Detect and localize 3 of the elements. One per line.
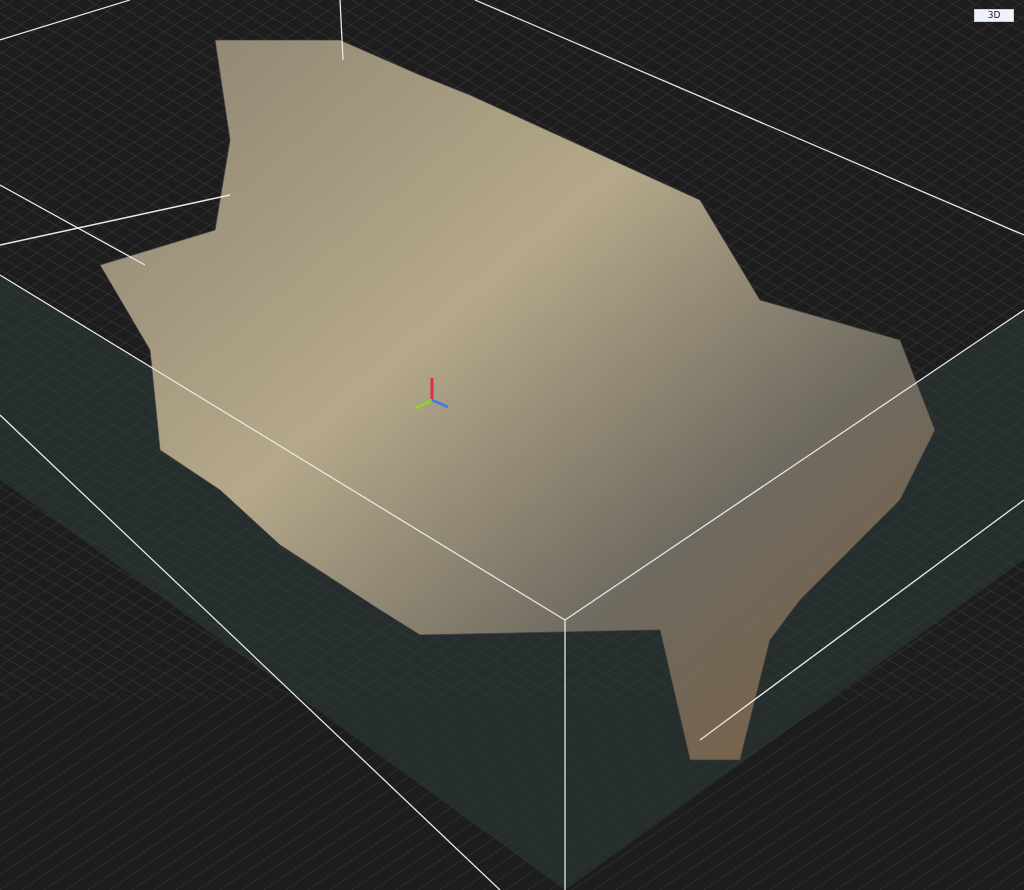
view-mode-button[interactable]: 3D — [974, 9, 1014, 22]
3d-viewport[interactable]: 3D — [0, 0, 1024, 890]
axis-gizmo-icon — [415, 378, 449, 410]
